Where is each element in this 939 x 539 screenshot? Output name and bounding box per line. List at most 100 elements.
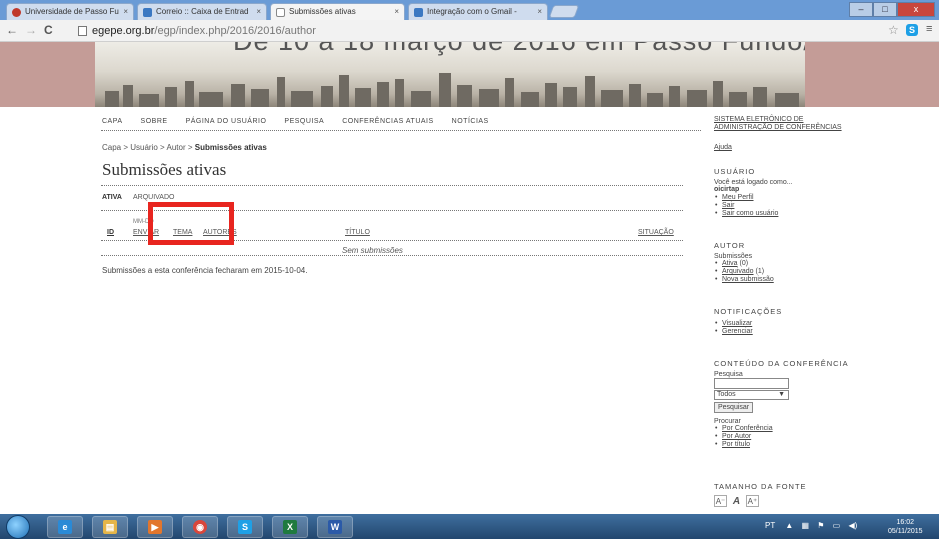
new-tab-button[interactable] — [548, 5, 580, 18]
search-input[interactable] — [714, 378, 789, 389]
font-size-header: TAMANHO DA FONTE — [714, 482, 807, 491]
column-situacao[interactable]: SITUAÇÃO — [638, 229, 674, 236]
show-hidden-icons-icon[interactable]: ▲ — [785, 521, 793, 530]
close-icon[interactable]: × — [394, 7, 399, 16]
font-default-button[interactable]: A — [730, 496, 743, 508]
manage-notifications-link[interactable]: Gerenciar — [722, 328, 753, 335]
empty-table-message: Sem submissões — [342, 246, 403, 255]
breadcrumb-current: Submissões ativas — [194, 143, 267, 152]
divider — [101, 130, 701, 131]
conference-banner: De 10 a 18 março de 2016 em Passo Fundo/… — [95, 42, 805, 107]
nav-capa[interactable]: CAPA — [102, 118, 123, 125]
action-center-icon[interactable]: ⚑ — [817, 521, 824, 530]
highlight-box — [148, 202, 234, 245]
taskbar-ie[interactable]: e — [47, 516, 83, 538]
username: oicirtap — [714, 186, 740, 193]
user-header: USUÁRIO — [714, 167, 756, 176]
bookmark-star-icon[interactable]: ☆ — [888, 23, 899, 37]
skype-icon: S — [238, 520, 252, 534]
taskbar-excel[interactable]: X — [272, 516, 308, 538]
minimize-button[interactable]: – — [849, 2, 873, 17]
dropdown-arrow-icon: ▼ — [778, 391, 785, 398]
browse-by-author-link[interactable]: Por Autor — [722, 433, 751, 440]
start-button[interactable] — [6, 515, 30, 539]
view-notifications-link[interactable]: Visualizar — [722, 320, 752, 327]
archived-link[interactable]: Arquivado — [722, 268, 754, 275]
banner-text: De 10 a 18 março de 2016 em Passo Fundo/… — [233, 42, 805, 57]
tab-upf[interactable]: Universidade de Passo Fu × — [6, 3, 134, 20]
tab-gmail-integration[interactable]: Integração com o Gmail - × — [408, 3, 548, 20]
active-count: (0) — [739, 260, 749, 267]
clock-time: 16:02 — [896, 519, 915, 526]
back-icon[interactable]: ← — [6, 23, 18, 37]
internet-explorer-icon: e — [58, 520, 72, 534]
archived-count: (1) — [755, 268, 765, 275]
network-icon[interactable]: ▦ — [801, 521, 809, 530]
nav-conferencias-atuais[interactable]: CONFERÊNCIAS ATUAIS — [342, 118, 433, 125]
close-icon[interactable]: × — [256, 7, 261, 16]
search-scope-value: Todos — [717, 391, 736, 398]
nav-pesquisa[interactable]: PESQUISA — [284, 118, 324, 125]
logout-link[interactable]: Sair — [722, 202, 734, 209]
column-id[interactable]: ID — [107, 229, 114, 236]
close-icon[interactable]: × — [123, 7, 128, 16]
tab-submissoes[interactable]: Submissões ativas × — [270, 3, 405, 20]
browser-tab-bar: Universidade de Passo Fu × Correio :: Ca… — [0, 0, 939, 20]
search-scope-select[interactable]: Todos ▼ — [714, 390, 789, 400]
system-clock[interactable]: 16:02 05/11/2015 — [888, 518, 923, 536]
taskbar-media-player[interactable]: ▶ — [137, 516, 173, 538]
tab-arquivado[interactable]: ARQUIVADO — [133, 194, 175, 201]
active-link[interactable]: Ativa — [722, 260, 738, 267]
browse-by-title-link[interactable]: Por título — [722, 441, 750, 448]
nav-pagina-do-usuario[interactable]: PÁGINA DO USUÁRIO — [186, 118, 267, 125]
address-bar[interactable]: egepe.org.br/egp/index.php/2016/2016/aut… — [76, 23, 872, 39]
search-label: Pesquisa — [714, 371, 743, 378]
reload-icon[interactable]: C — [44, 23, 53, 37]
breadcrumb: Capa > Usuário > Autor > Submissões ativ… — [102, 143, 267, 152]
tab-label: Integração com o Gmail - — [427, 7, 517, 16]
taskbar-skype[interactable]: S — [227, 516, 263, 538]
taskbar-word[interactable]: W — [317, 516, 353, 538]
menu-icon[interactable]: ≡ — [926, 23, 932, 35]
system-link[interactable]: SISTEMA ELETRÔNICO DE ADMINISTRAÇÃO DE C… — [714, 116, 842, 131]
forward-icon[interactable]: → — [25, 23, 37, 37]
column-titulo[interactable]: TÍTULO — [345, 229, 370, 236]
font-larger-button[interactable]: A⁺ — [745, 495, 759, 507]
submission-tabs: ATIVA ARQUIVADO — [102, 194, 174, 201]
skype-extension-icon[interactable]: S — [906, 24, 918, 36]
volume-icon[interactable]: ◀) — [848, 521, 857, 530]
url-host: egepe.org.br — [92, 25, 155, 37]
breadcrumb-path[interactable]: Capa > Usuário > Autor > — [102, 143, 195, 152]
main-nav: CAPA SOBRE PÁGINA DO USUÁRIO PESQUISA CO… — [102, 118, 489, 125]
logout-as-user-link[interactable]: Sair como usuário — [722, 210, 778, 217]
font-smaller-button[interactable]: A⁻ — [714, 495, 727, 507]
folder-icon: ▤ — [103, 520, 117, 534]
tab-label: Universidade de Passo Fu — [25, 7, 119, 16]
my-profile-link[interactable]: Meu Perfil — [722, 194, 754, 201]
submissions-label: Submissões — [714, 253, 753, 260]
taskbar-explorer[interactable]: ▤ — [92, 516, 128, 538]
word-icon: W — [328, 520, 342, 534]
close-icon[interactable]: × — [537, 7, 542, 16]
submissions-closed-note: Submissões a esta conferência fecharam e… — [102, 266, 308, 275]
display-icon[interactable]: ▭ — [833, 521, 841, 530]
help-link[interactable]: Ajuda — [714, 144, 732, 151]
page-icon — [276, 8, 285, 17]
mail-icon — [143, 8, 152, 17]
taskbar-chrome[interactable]: ◉ — [182, 516, 218, 538]
maximize-button[interactable]: □ — [873, 2, 897, 17]
search-button[interactable]: Pesquisar — [714, 402, 754, 413]
author-header: AUTOR — [714, 241, 746, 250]
nav-noticias[interactable]: NOTÍCIAS — [452, 118, 489, 125]
close-window-button[interactable]: x — [897, 2, 935, 17]
browse-by-conference-link[interactable]: Por Conferência — [722, 425, 773, 432]
page-viewport: De 10 a 18 março de 2016 em Passo Fundo/… — [0, 42, 939, 514]
language-indicator[interactable]: PT — [765, 521, 775, 530]
page-icon — [78, 26, 87, 36]
new-submission-link[interactable]: Nova submissão — [722, 276, 774, 283]
windows-taskbar: e ▤ ▶ ◉ S X W PT ▲ ▦ ⚑ ▭ ◀) 16:02 05/11/… — [0, 514, 939, 539]
nav-sobre[interactable]: SOBRE — [141, 118, 168, 125]
notifications-header: NOTIFICAÇÕES — [714, 307, 783, 316]
tab-ativa[interactable]: ATIVA — [102, 194, 122, 201]
tab-mail[interactable]: Correio :: Caixa de Entrad × — [137, 3, 267, 20]
